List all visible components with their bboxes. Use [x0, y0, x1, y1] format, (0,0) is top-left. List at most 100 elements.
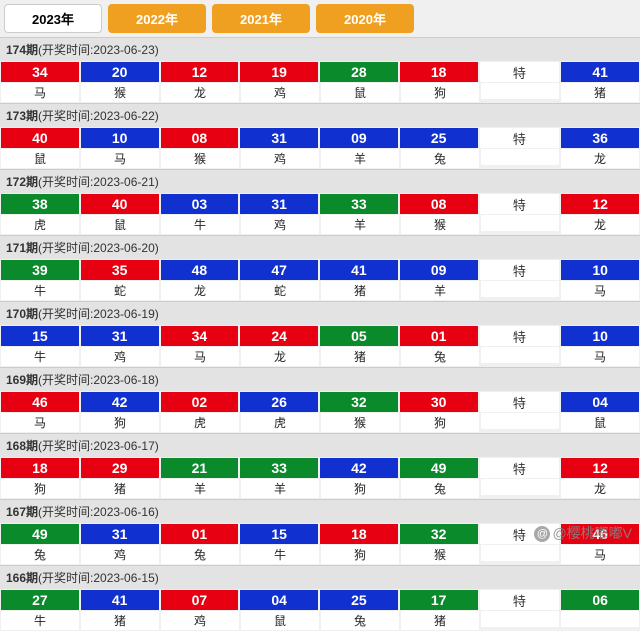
- special-zodiac: 马: [561, 281, 639, 300]
- ball-number: 26: [240, 392, 318, 412]
- special-label: 特: [480, 260, 560, 280]
- ball-number: 31: [81, 524, 159, 544]
- ball-zodiac: 虎: [1, 215, 79, 234]
- ball-zodiac: 鼠: [241, 611, 319, 630]
- ball-number: 47: [240, 260, 318, 280]
- ball-number: 48: [161, 260, 239, 280]
- ball-number: 32: [400, 524, 478, 544]
- ball-zodiac: 羊: [321, 215, 399, 234]
- ball-number: 46: [1, 392, 79, 412]
- ball-number: 25: [400, 128, 478, 148]
- ball-number: 34: [161, 326, 239, 346]
- ball-zodiac: 鸡: [81, 545, 159, 564]
- special-zodiac: 龙: [561, 479, 639, 498]
- special-number: 10: [561, 260, 639, 280]
- ball-number: 08: [400, 194, 478, 214]
- ball-zodiac: 虎: [241, 413, 319, 432]
- special-number: 36: [561, 128, 639, 148]
- ball-number: 42: [81, 392, 159, 412]
- ball-zodiac: 龙: [161, 83, 239, 102]
- ball-zodiac: 狗: [1, 479, 79, 498]
- ball-number: 42: [320, 458, 398, 478]
- ball-number: 17: [400, 590, 478, 610]
- ball-number: 18: [400, 62, 478, 82]
- special-zodiac: [561, 611, 639, 627]
- ball-zodiac: 猴: [321, 413, 399, 432]
- draw-header: 172期(开奖时间:2023-06-21): [0, 169, 640, 193]
- special-label: 特: [480, 62, 560, 82]
- ball-number: 09: [320, 128, 398, 148]
- ball-zodiac: 鸡: [81, 347, 159, 366]
- ball-zodiac: 猪: [321, 347, 399, 366]
- ball-number: 08: [161, 128, 239, 148]
- ball-number: 18: [1, 458, 79, 478]
- ball-zodiac: 猴: [81, 83, 159, 102]
- tab-2021年[interactable]: 2021年: [212, 4, 310, 33]
- year-tabs: 2023年2022年2021年2020年: [0, 0, 640, 37]
- special-zodiac: 猪: [561, 83, 639, 102]
- ball-number: 38: [1, 194, 79, 214]
- special-zodiac: 马: [561, 347, 639, 366]
- ball-number: 41: [81, 590, 159, 610]
- ball-zodiac: 狗: [81, 413, 159, 432]
- ball-zodiac: 羊: [321, 149, 399, 168]
- special-label: 特: [480, 128, 560, 148]
- special-label: 特: [480, 326, 560, 346]
- tab-2022年[interactable]: 2022年: [108, 4, 206, 33]
- ball-number: 49: [400, 458, 478, 478]
- tab-2020年[interactable]: 2020年: [316, 4, 414, 33]
- ball-zodiac: 虎: [161, 413, 239, 432]
- ball-zodiac: 狗: [321, 479, 399, 498]
- draw-header: 167期(开奖时间:2023-06-16): [0, 499, 640, 523]
- ball-zodiac: 鸡: [241, 83, 319, 102]
- ball-zodiac: 牛: [241, 545, 319, 564]
- special-number: 41: [561, 62, 639, 82]
- ball-zodiac: 兔: [1, 545, 79, 564]
- ball-number: 10: [81, 128, 159, 148]
- draw-header: 171期(开奖时间:2023-06-20): [0, 235, 640, 259]
- ball-number: 40: [81, 194, 159, 214]
- ball-zodiac: 猪: [321, 281, 399, 300]
- ball-zodiac: 猴: [401, 215, 479, 234]
- ball-number: 25: [320, 590, 398, 610]
- ball-zodiac: 羊: [401, 281, 479, 300]
- ball-zodiac: 羊: [241, 479, 319, 498]
- ball-zodiac: 羊: [161, 479, 239, 498]
- ball-number: 29: [81, 458, 159, 478]
- ball-number: 02: [161, 392, 239, 412]
- special-number: 10: [561, 326, 639, 346]
- draw-header: 174期(开奖时间:2023-06-23): [0, 37, 640, 61]
- ball-zodiac: 猴: [401, 545, 479, 564]
- ball-zodiac: 狗: [401, 413, 479, 432]
- ball-zodiac: 猪: [81, 611, 159, 630]
- ball-number: 27: [1, 590, 79, 610]
- ball-number: 32: [320, 392, 398, 412]
- ball-number: 21: [161, 458, 239, 478]
- ball-number: 34: [1, 62, 79, 82]
- ball-number: 31: [81, 326, 159, 346]
- ball-number: 03: [161, 194, 239, 214]
- special-zodiac: 马: [561, 545, 639, 564]
- ball-zodiac: 鼠: [321, 83, 399, 102]
- ball-zodiac: 狗: [401, 83, 479, 102]
- special-zodiac: 龙: [561, 149, 639, 168]
- ball-zodiac: 鼠: [81, 215, 159, 234]
- weibo-icon: @: [534, 526, 550, 542]
- ball-zodiac: 兔: [401, 347, 479, 366]
- ball-number: 39: [1, 260, 79, 280]
- draw-header: 168期(开奖时间:2023-06-17): [0, 433, 640, 457]
- special-zodiac: 龙: [561, 215, 639, 234]
- special-number: 06: [561, 590, 639, 610]
- ball-number: 04: [240, 590, 318, 610]
- ball-zodiac: 兔: [321, 611, 399, 630]
- ball-number: 33: [320, 194, 398, 214]
- special-label: 特: [480, 194, 560, 214]
- ball-zodiac: 猪: [81, 479, 159, 498]
- tab-2023年[interactable]: 2023年: [4, 4, 102, 33]
- watermark: @@樱桃嘟嘟V: [534, 523, 632, 543]
- ball-number: 01: [161, 524, 239, 544]
- ball-number: 18: [320, 524, 398, 544]
- ball-number: 31: [240, 194, 318, 214]
- special-number: 12: [561, 194, 639, 214]
- ball-number: 41: [320, 260, 398, 280]
